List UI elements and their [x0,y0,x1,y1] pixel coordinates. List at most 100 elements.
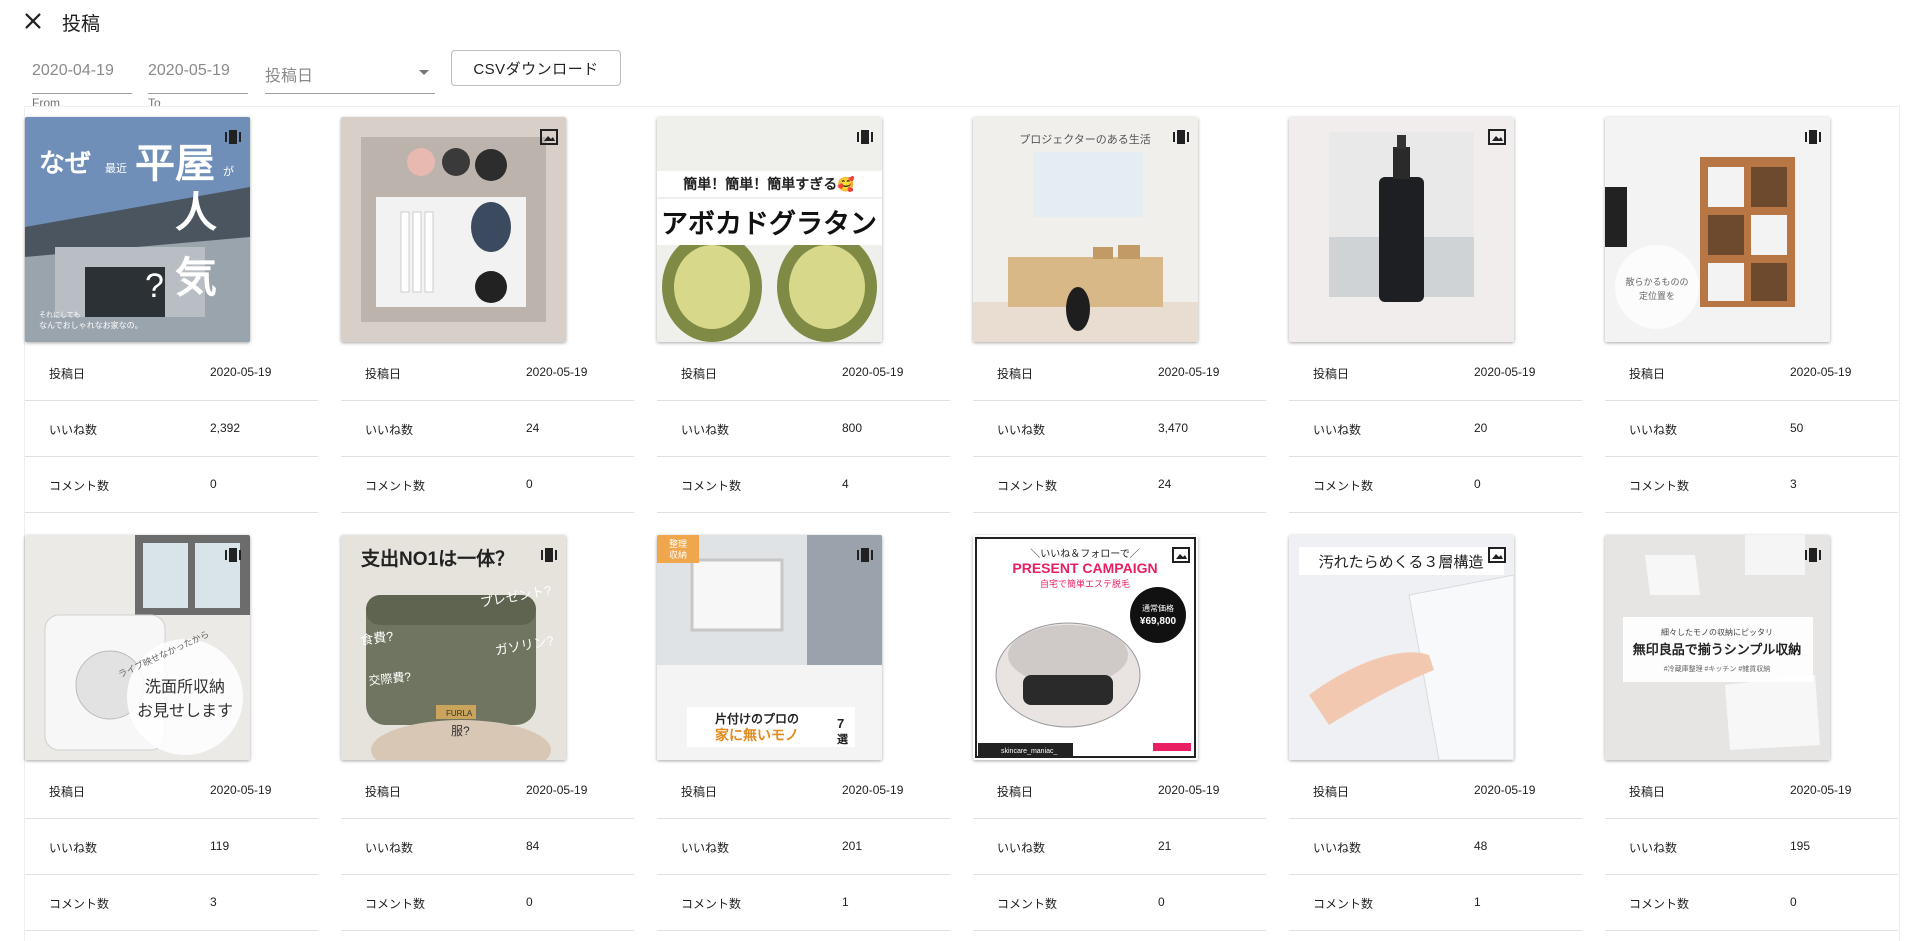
post-stats: 投稿日 2020-05-19 いいね数 48 コメント数 1 [1289,763,1582,931]
stat-label: いいね数 [49,423,98,437]
post-thumbnail[interactable]: ライブ映せなかったから 洗面所収納 お見せします [25,535,250,760]
caption-line: 洗面所収納 [145,678,225,696]
stat-value: 20 [1474,421,1488,435]
stat-label: 投稿日 [997,785,1034,799]
stat-label: いいね数 [997,423,1046,437]
stat-value: 2020-05-19 [210,365,272,379]
post-stats: 投稿日 2020-05-19 いいね数 50 コメント数 3 [1605,345,1898,513]
post-thumbnail[interactable] [1289,117,1514,342]
stat-label: コメント数 [1313,479,1374,493]
stat-row-comments: コメント数 0 [1605,875,1898,931]
stat-label: 投稿日 [365,785,402,799]
post-image: 簡単！簡単！簡単すぎる🥰 アボカドグラタン [657,117,882,342]
top-bar: 投稿 [0,0,1919,44]
stat-value: 2020-05-19 [526,783,588,797]
caption-line: 支出NO1は一体？ [360,547,514,570]
stat-value: 195 [1790,839,1811,853]
date-from-value: 2020-04-19 [32,62,114,79]
caption-line: ¥69,800 [1140,616,1177,627]
stat-value: 4 [842,477,849,491]
stat-label: コメント数 [997,479,1058,493]
close-icon[interactable] [22,10,44,32]
post-thumbnail[interactable]: 細々したモノの収納にピッタリ 無印良品で揃うシンプル収納 #冷蔵庫整理 #キッチ… [1605,535,1830,760]
stat-label: いいね数 [1313,423,1362,437]
stat-row-likes: いいね数 3,470 [973,401,1266,457]
caption-line: それにしても [39,311,80,319]
stat-value: 50 [1790,421,1804,435]
post-thumbnail[interactable]: 散らかるものの 定位置を [1605,117,1830,342]
stat-row-comments: コメント数 1 [657,875,950,931]
post-thumbnail[interactable]: FURLA 支出NO1は一体？ プレゼント? 食費? 交際費? 服? ガソリン? [341,535,566,760]
stat-value: 3,470 [1158,421,1189,435]
stat-value: 2020-05-19 [1158,365,1220,379]
post-image: 散らかるものの 定位置を [1605,117,1830,342]
post-image: 細々したモノの収納にピッタリ 無印良品で揃うシンプル収納 #冷蔵庫整理 #キッチ… [1605,535,1830,760]
stat-value: 0 [1474,477,1481,491]
stat-value: 3 [210,895,217,909]
stat-row-date: 投稿日 2020-05-19 [1605,345,1898,401]
stat-label: 投稿日 [1313,785,1350,799]
stat-row-date: 投稿日 2020-05-19 [341,763,634,819]
stat-value: 1 [842,895,849,909]
post-thumbnail[interactable]: プロジェクターのある生活 [973,117,1198,342]
stat-row-comments: コメント数 0 [341,875,634,931]
stat-value: 2020-05-19 [1790,365,1852,379]
stat-row-date: 投稿日 2020-05-19 [657,763,950,819]
stat-value: 24 [526,421,540,435]
post-image: 整理 収納 片付けのプロの 家に無いモノ 7 選 [657,535,882,760]
caption-line: お見せします [137,702,233,720]
csv-download-button[interactable]: CSVダウンロード [451,50,621,86]
caption-line: 服? [451,724,470,738]
post-thumbnail[interactable] [341,117,566,342]
stat-value: 2020-05-19 [1158,783,1220,797]
post-grid: なぜ 最近 平屋 が 人 気 ? それにしても なんでおしゃれなお家なの。 投稿… [24,106,1900,941]
caption-line: アボカドグラタン [661,208,877,239]
stat-row-date: 投稿日 2020-05-19 [973,763,1266,819]
stat-row-likes: いいね数 50 [1605,401,1898,457]
date-to-field[interactable]: 2020-05-19 To [148,54,248,110]
stat-label: いいね数 [49,841,98,855]
stat-label: コメント数 [1629,897,1690,911]
stat-label: コメント数 [1629,479,1690,493]
stat-row-likes: いいね数 20 [1289,401,1582,457]
stat-row-comments: コメント数 0 [1289,457,1582,513]
post-thumbnail[interactable]: 簡単！簡単！簡単すぎる🥰 アボカドグラタン [657,117,882,342]
image-icon [1172,547,1190,563]
date-from-field[interactable]: 2020-04-19 From [32,54,132,110]
stat-label: コメント数 [1313,897,1374,911]
stat-label: コメント数 [49,897,110,911]
sort-select[interactable]: 投稿日 [265,54,435,94]
caption-line: 簡単！簡単！簡単すぎる🥰 [683,175,855,193]
stat-label: 投稿日 [997,367,1034,381]
image-icon [1488,547,1506,563]
stat-row-date: 投稿日 2020-05-19 [973,345,1266,401]
caption-line: 無印良品で揃うシンプル収納 [1633,642,1802,657]
stat-label: コメント数 [365,479,426,493]
post-thumbnail[interactable]: 汚れたらめくる３層構造 [1289,535,1514,760]
stat-row-date: 投稿日 2020-05-19 [1289,345,1582,401]
image-icon [540,129,558,145]
stat-label: コメント数 [681,479,742,493]
carousel-icon [1804,129,1822,145]
caption-line: 整理 [669,538,687,549]
post-stats: 投稿日 2020-05-19 いいね数 24 コメント数 0 [341,345,634,513]
stat-value: 0 [526,895,533,909]
post-image: 汚れたらめくる３層構造 [1289,535,1514,760]
carousel-icon [856,129,874,145]
stat-value: 2020-05-19 [1474,365,1536,379]
stat-row-comments: コメント数 3 [1605,457,1898,513]
post-stats: 投稿日 2020-05-19 いいね数 800 コメント数 4 [657,345,950,513]
post-image [341,117,566,342]
post-stats: 投稿日 2020-05-19 いいね数 201 コメント数 1 [657,763,950,931]
stat-value: 201 [842,839,863,853]
post-thumbnail[interactable]: 整理 収納 片付けのプロの 家に無いモノ 7 選 [657,535,882,760]
post-stats: 投稿日 2020-05-19 いいね数 20 コメント数 0 [1289,345,1582,513]
stat-row-comments: コメント数 0 [25,457,318,513]
stat-value: 800 [842,421,863,435]
caption-line: 細々したモノの収納にピッタリ [1661,627,1773,637]
stat-label: いいね数 [681,841,730,855]
post-thumbnail[interactable]: なぜ 最近 平屋 が 人 気 ? それにしても なんでおしゃれなお家なの。 [25,117,250,342]
post-thumbnail[interactable]: ＼いいね＆フォローで／ PRESENT CAMPAIGN 自宅で簡単エステ脱毛 … [973,535,1198,760]
caption-line: なんでおしゃれなお家なの。 [39,320,143,330]
stat-row-date: 投稿日 2020-05-19 [1289,763,1582,819]
